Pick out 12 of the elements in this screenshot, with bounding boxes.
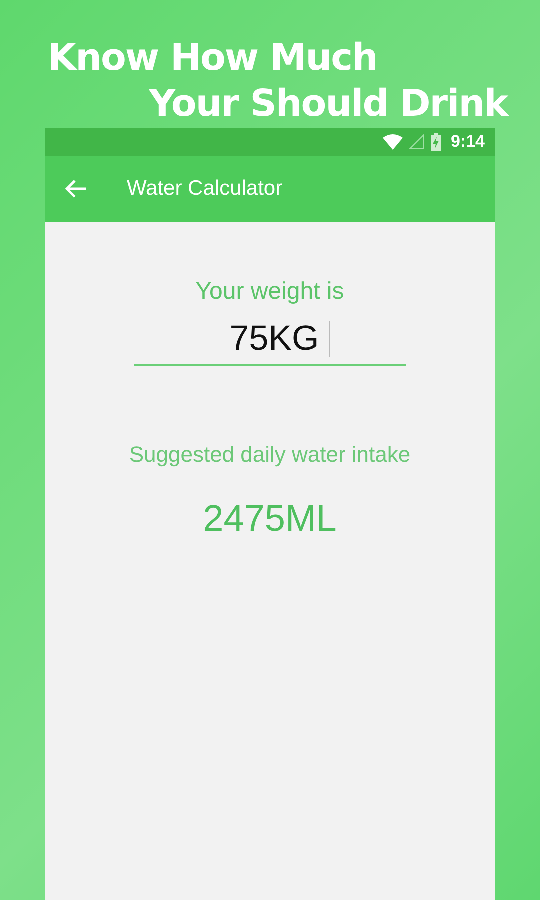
wifi-icon [382, 134, 403, 150]
weight-input[interactable]: 75KG [134, 314, 406, 366]
clock: 9:14 [450, 132, 485, 152]
result-label: Suggested daily water intake [129, 442, 411, 468]
headline: Your Should Drink [149, 81, 508, 127]
signal-icon [408, 134, 425, 150]
app-title: Water Calculator [127, 177, 283, 201]
result-value: 2475ML [203, 498, 337, 540]
battery-icon [430, 133, 441, 151]
weight-label: Your weight is [196, 278, 344, 306]
back-arrow-icon [65, 179, 87, 199]
headline: Know How Much [48, 35, 378, 81]
